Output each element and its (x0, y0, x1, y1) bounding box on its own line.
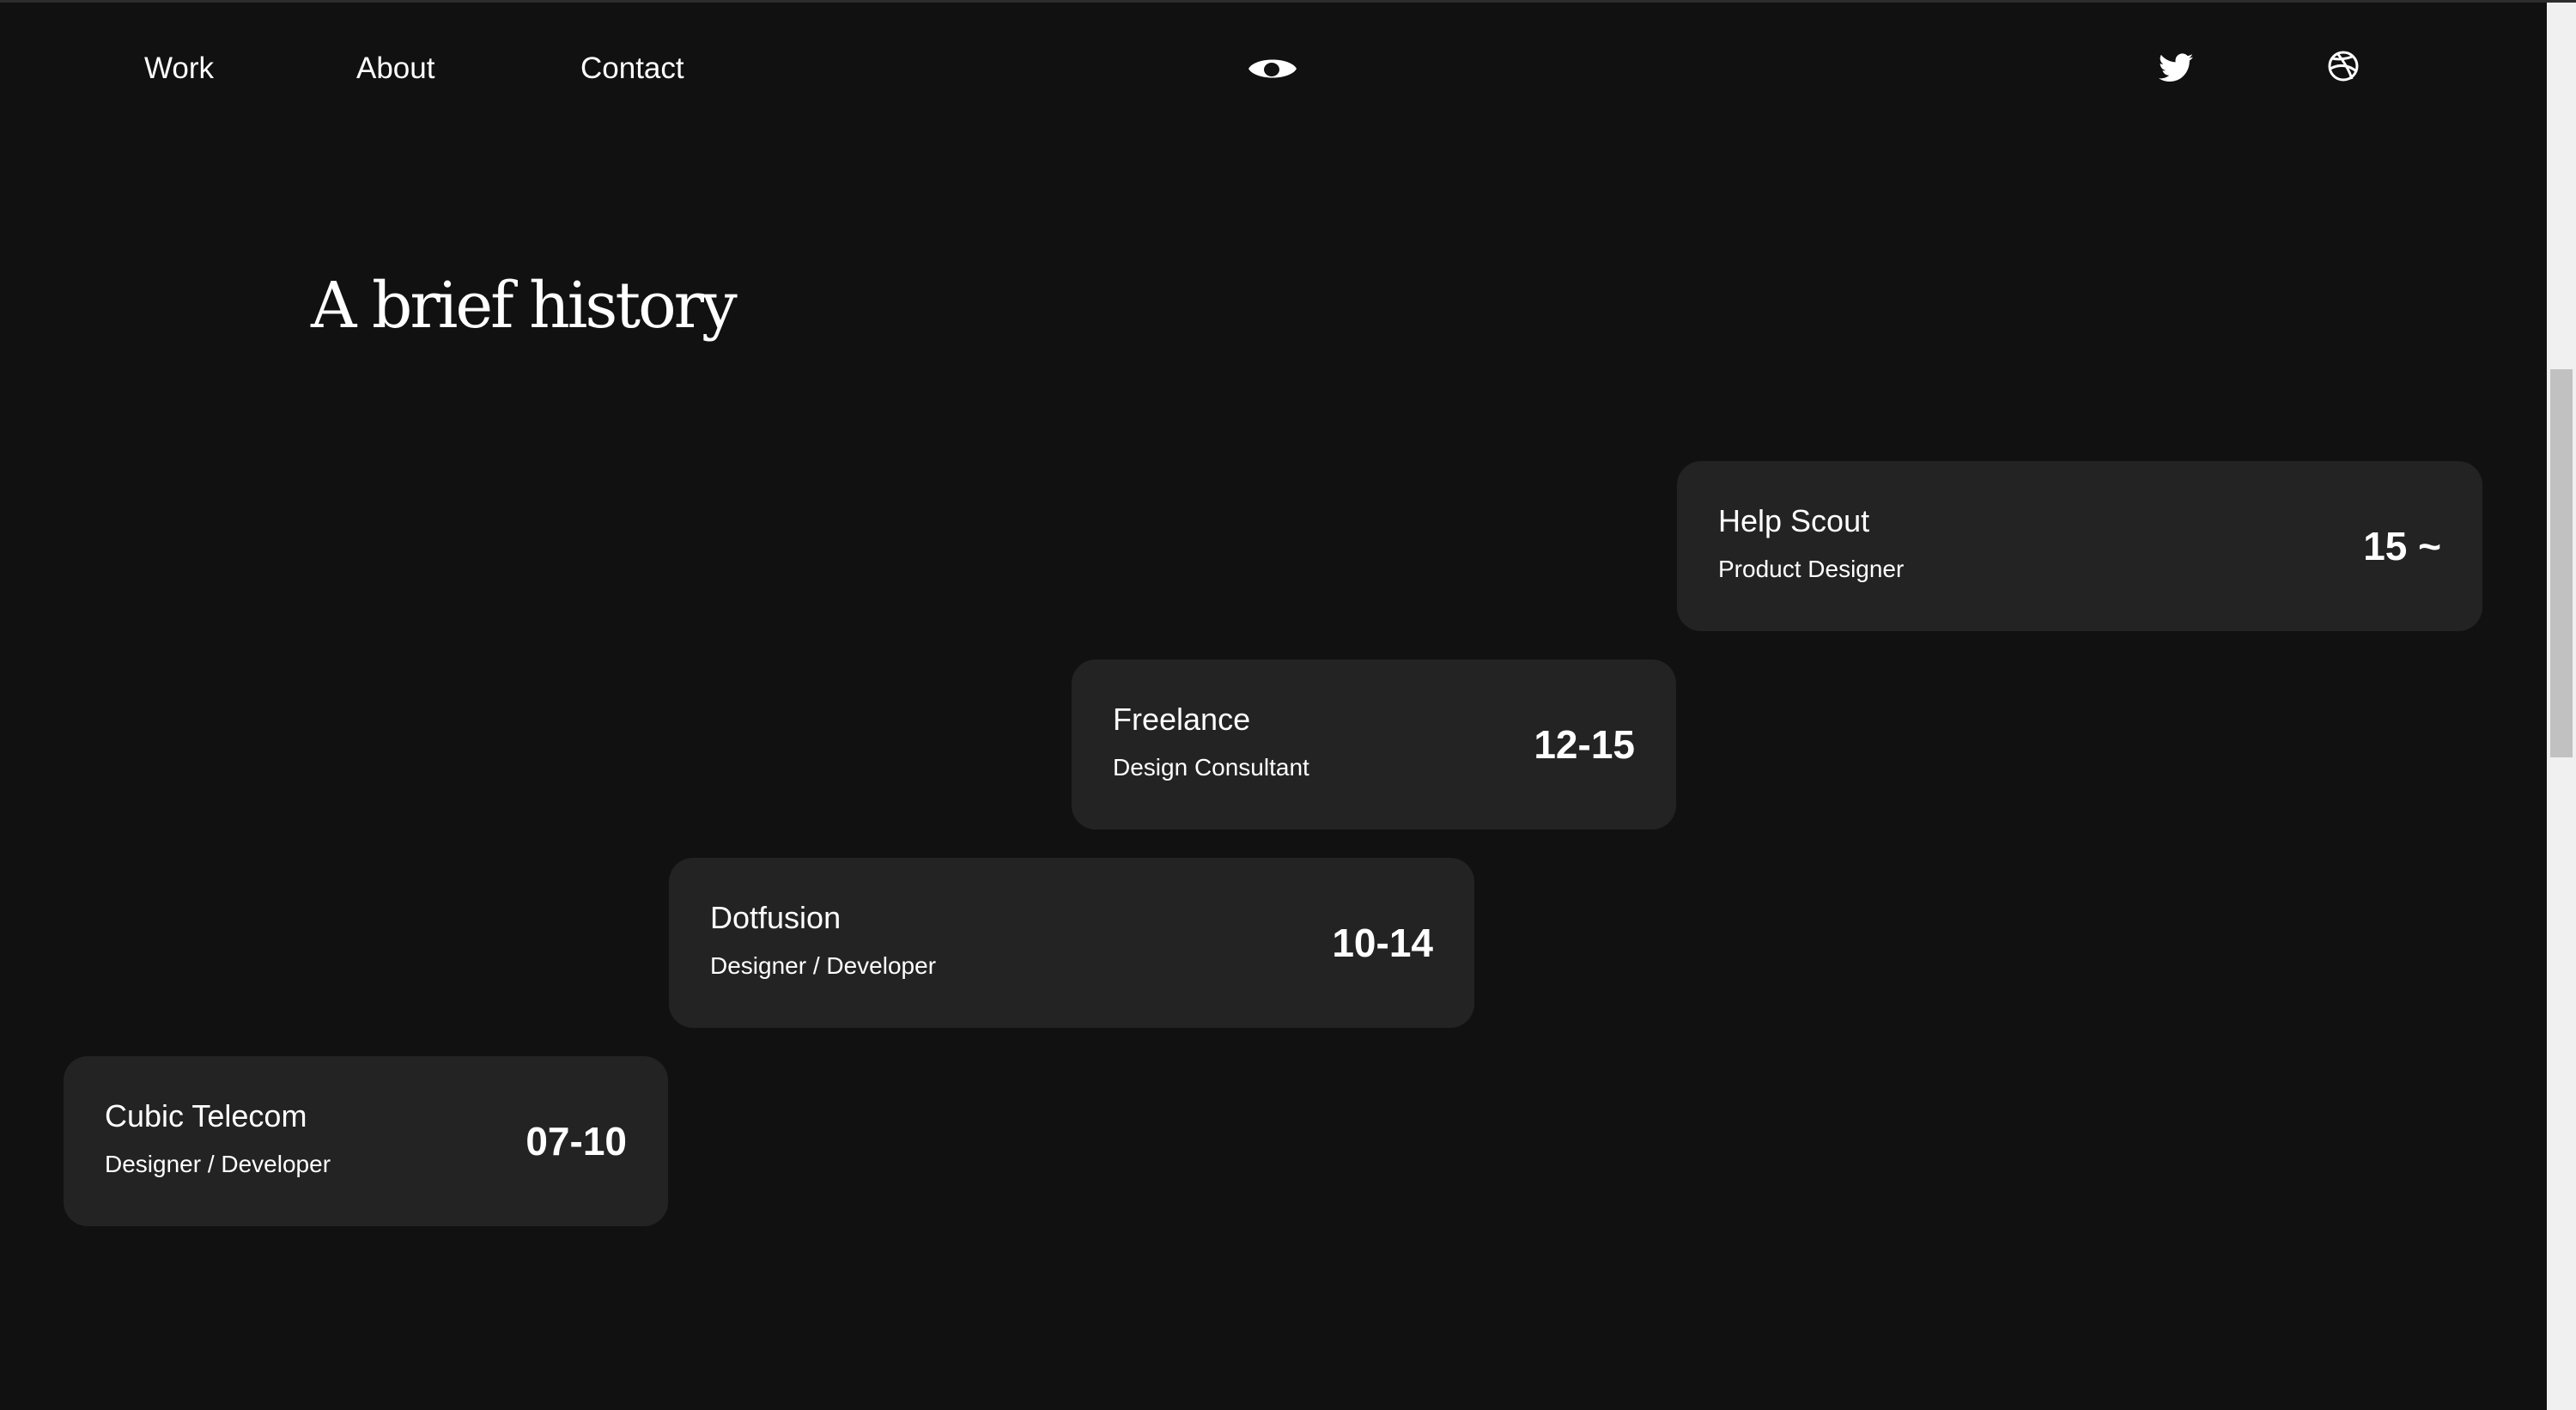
card-years: 12-15 (1534, 722, 1635, 767)
card-company: Dotfusion (710, 900, 841, 935)
scrollbar-thumb[interactable] (2550, 369, 2573, 757)
card-company: Help Scout (1718, 503, 1870, 538)
card-company: Cubic Telecom (105, 1098, 307, 1133)
card-years: 10-14 (1332, 921, 1433, 965)
nav-link-contact[interactable]: Contact (580, 50, 684, 88)
card-role: Designer / Developer (710, 952, 937, 979)
card-role: Product Designer (1718, 556, 1905, 582)
nav-link-work[interactable]: Work (144, 50, 214, 88)
eye-icon[interactable] (1247, 52, 1298, 86)
dribbble-icon[interactable] (2327, 50, 2360, 82)
nav-link-about[interactable]: About (356, 50, 434, 88)
history-card-help-scout: Help Scout Product Designer 15 ~ (1677, 461, 2482, 631)
card-years: 15 ~ (2363, 524, 2441, 568)
section-heading: A brief history (311, 269, 738, 343)
history-card-freelance: Freelance Design Consultant 12-15 (1072, 659, 1676, 830)
card-role: Design Consultant (1113, 754, 1309, 781)
window-top-border (0, 0, 2576, 3)
page: Work About Contact A brief history Help … (0, 0, 2576, 1410)
history-card-dotfusion: Dotfusion Designer / Developer 10-14 (669, 858, 1474, 1028)
card-company: Freelance (1113, 702, 1251, 737)
card-role: Designer / Developer (105, 1151, 331, 1177)
twitter-icon[interactable] (2159, 53, 2193, 82)
card-years: 07-10 (526, 1119, 627, 1164)
history-card-cubic-telecom: Cubic Telecom Designer / Developer 07-10 (64, 1056, 668, 1226)
